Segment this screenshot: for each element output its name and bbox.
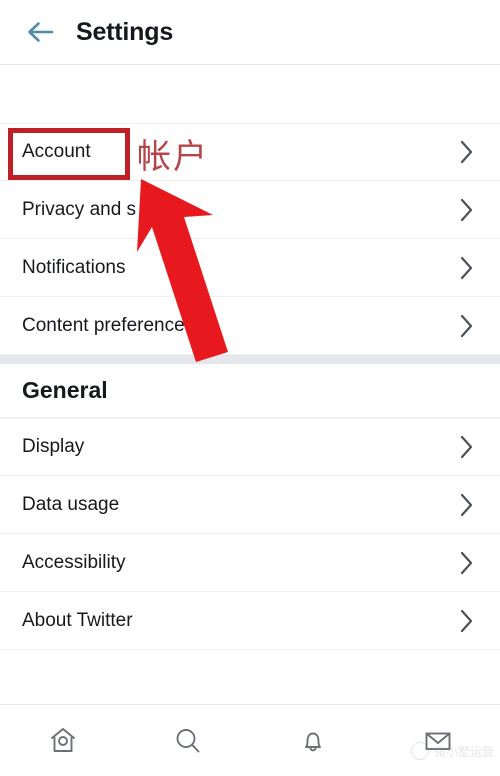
row-label: Privacy and s <box>22 198 137 220</box>
row-label: Content preferences <box>22 314 195 336</box>
row-label: Notifications <box>22 256 126 278</box>
row-label: Account <box>22 141 91 162</box>
chevron-right-icon <box>459 138 476 166</box>
settings-row-notifications[interactable]: Notifications <box>0 239 500 297</box>
chevron-right-icon <box>459 549 476 577</box>
chevron-right-icon <box>459 607 476 635</box>
chevron-right-icon <box>459 491 476 519</box>
chevron-right-icon <box>459 254 476 282</box>
settings-row-display[interactable]: Display <box>0 418 500 476</box>
nav-item-home[interactable] <box>23 711 103 771</box>
nav-item-notifications[interactable] <box>273 711 353 771</box>
chevron-right-icon <box>459 433 476 461</box>
app-header: Settings <box>0 0 500 65</box>
page-title: Settings <box>76 17 174 46</box>
settings-row-privacy-and-safety[interactable]: Privacy and s <box>0 181 500 239</box>
general-settings-list: Display Data usage Accessibility About T… <box>0 418 500 650</box>
row-label: Accessibility <box>22 551 126 573</box>
watermark-text: 微小墅运营 <box>433 744 494 759</box>
bottom-navigation-bar <box>0 704 500 776</box>
arrow-left-icon <box>28 22 54 42</box>
account-settings-list: Account Privacy and s Notifications Cont… <box>0 123 500 355</box>
settings-screen: Settings Account Privacy and s Notificat… <box>0 0 500 776</box>
chevron-right-icon <box>459 196 476 224</box>
row-label: Data usage <box>22 493 120 515</box>
row-label: About Twitter <box>22 609 133 631</box>
section-divider-band <box>0 355 500 364</box>
header-spacer <box>0 65 500 123</box>
chevron-right-icon <box>459 312 476 340</box>
search-icon <box>176 728 199 752</box>
settings-row-account[interactable]: Account <box>0 123 500 181</box>
settings-row-content-preferences[interactable]: Content preferences <box>0 297 500 355</box>
row-label: Display <box>22 436 85 457</box>
nav-item-search[interactable] <box>148 711 228 771</box>
settings-row-accessibility[interactable]: Accessibility <box>0 534 500 592</box>
bell-icon <box>304 732 321 751</box>
nav-item-messages[interactable] <box>398 711 478 771</box>
wechat-logo-icon <box>410 742 429 760</box>
back-button[interactable] <box>14 6 66 58</box>
section-header-general: General <box>0 364 500 418</box>
settings-row-about-twitter[interactable]: About Twitter <box>0 592 500 650</box>
wechat-watermark: 微小墅运营 <box>410 742 494 760</box>
home-icon <box>50 727 75 752</box>
settings-row-data-usage[interactable]: Data usage <box>0 476 500 534</box>
